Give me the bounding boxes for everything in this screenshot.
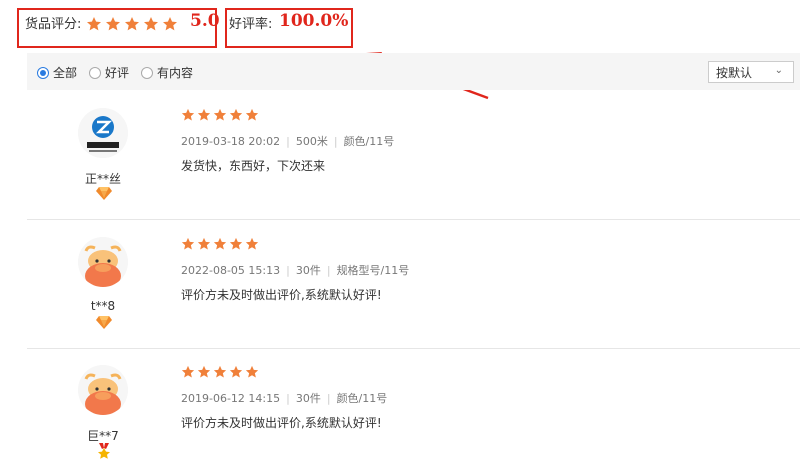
star-icon xyxy=(213,365,227,378)
rate-value: 100.0% xyxy=(279,11,349,31)
star-icon xyxy=(213,108,227,121)
review-meta: 2019-03-18 20:02 | 500米 | 颜色/11号 xyxy=(181,133,394,149)
diamond-icon xyxy=(96,187,112,200)
star-icon xyxy=(87,17,101,31)
review-spec: 颜色/11号 xyxy=(336,392,388,405)
review-quantity: 30件 xyxy=(295,392,321,405)
review-quantity: 500米 xyxy=(295,135,328,148)
review-stars xyxy=(181,108,259,122)
star-icon xyxy=(245,365,259,378)
star-icon xyxy=(106,17,120,31)
star-icon xyxy=(181,365,195,378)
review-quantity: 30件 xyxy=(295,264,321,277)
star-icon xyxy=(245,108,259,121)
star-icon xyxy=(144,17,158,31)
review-item: 巨**7 2019-06-12 14:15 | 30件 | 颜色/11号 评价方未及时做… xyxy=(27,348,800,476)
score-stars xyxy=(86,16,178,32)
filter-good-radio[interactable]: 好评 xyxy=(89,64,129,81)
divider: | xyxy=(326,264,331,277)
filter-good-label: 好评 xyxy=(105,66,130,80)
cow-avatar-icon xyxy=(78,237,128,287)
star-icon xyxy=(197,108,211,121)
star-icon xyxy=(229,365,243,378)
divider: | xyxy=(286,264,290,277)
review-content: 评价方未及时做出评价,系统默认好评! xyxy=(181,288,382,302)
rate-label: 好评率: xyxy=(229,17,273,32)
divider: | xyxy=(326,392,331,405)
review-item: t**8 2022-08-05 15:13 | 30件 | 规格型号/11号 评价方未及… xyxy=(27,220,800,349)
filter-all-radio[interactable]: 全部 xyxy=(37,64,77,81)
chevron-down-icon: ⌄ xyxy=(774,65,783,76)
filter-all-label: 全部 xyxy=(53,66,78,80)
review-meta: 2019-06-12 14:15 | 30件 | 颜色/11号 xyxy=(181,390,387,406)
medal-icon xyxy=(98,443,110,459)
reviewer-name: t**8 xyxy=(90,299,116,313)
reviewer-name: 巨**7 xyxy=(87,429,119,443)
review-date: 2019-06-12 14:15 xyxy=(181,392,281,405)
radio-dot xyxy=(141,66,153,79)
review-content: 发货快，东西好，下次还来 xyxy=(181,159,326,173)
star-icon xyxy=(229,108,243,121)
review-item: 正**丝 2019-03-18 20:02 | 500米 | 颜色/11号 发货快，东西… xyxy=(27,91,800,220)
review-stars xyxy=(181,365,259,379)
zhengmei-logo-icon xyxy=(78,108,128,158)
star-icon xyxy=(245,237,259,250)
star-icon xyxy=(181,237,195,250)
star-icon xyxy=(181,108,195,121)
filter-content-label: 有内容 xyxy=(157,66,194,80)
reviewer-name: 正**丝 xyxy=(84,172,121,186)
star-icon xyxy=(163,17,177,31)
radio-dot xyxy=(37,66,49,79)
review-stars xyxy=(181,237,259,251)
star-icon xyxy=(197,237,211,250)
star-icon xyxy=(229,237,243,250)
score-label: 货品评分: xyxy=(25,17,82,32)
star-icon xyxy=(125,17,139,31)
review-content: 评价方未及时做出评价,系统默认好评! xyxy=(181,416,382,430)
diamond-icon xyxy=(96,316,112,329)
score-value: 5.0 xyxy=(190,11,220,31)
divider: | xyxy=(333,135,338,148)
star-icon xyxy=(213,237,227,250)
sort-label: 按默认 xyxy=(716,65,753,80)
review-spec: 规格型号/11号 xyxy=(336,264,410,277)
review-date: 2019-03-18 20:02 xyxy=(181,135,281,148)
filter-content-radio[interactable]: 有内容 xyxy=(141,64,193,81)
star-icon xyxy=(197,365,211,378)
review-spec: 颜色/11号 xyxy=(343,135,395,148)
sort-dropdown[interactable]: 按默认 ⌄ xyxy=(708,61,794,83)
radio-dot xyxy=(89,66,101,79)
filter-bar: 全部 好评 有内容 按默认 ⌄ xyxy=(27,53,800,90)
review-date: 2022-08-05 15:13 xyxy=(181,264,281,277)
divider: | xyxy=(286,135,290,148)
review-meta: 2022-08-05 15:13 | 30件 | 规格型号/11号 xyxy=(181,262,409,278)
cow-avatar-icon xyxy=(78,365,128,415)
divider: | xyxy=(286,392,290,405)
